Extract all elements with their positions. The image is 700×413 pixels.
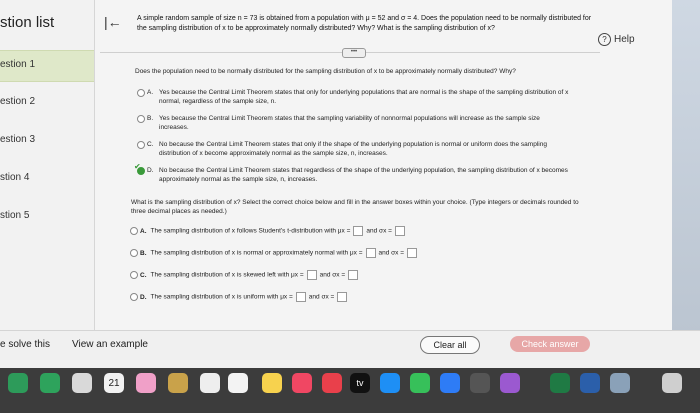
- distribution-choice-a[interactable]: A. The sampling distribution of x follows…: [130, 226, 408, 236]
- radio-icon[interactable]: [130, 249, 138, 257]
- choice-text: The sampling distribution of x is normal…: [150, 249, 363, 257]
- view-example-link[interactable]: View an example: [72, 339, 148, 350]
- choice-text: The sampling distribution of x is skewed…: [150, 271, 304, 279]
- facetime-icon[interactable]: [8, 373, 28, 393]
- more-icon[interactable]: •••: [342, 48, 366, 58]
- sidebar-item-label: estion 3: [0, 134, 36, 145]
- choice-text: The sampling distribution of x is unifor…: [150, 293, 293, 301]
- app-store-icon[interactable]: [380, 373, 400, 393]
- news-icon[interactable]: [322, 373, 342, 393]
- question-list-sidebar: stion list estion 1 estion 2 estion 3 st…: [0, 0, 95, 330]
- distribution-choice-d[interactable]: D. The sampling distribution of x is unif…: [130, 292, 350, 302]
- sidebar-item-label: stion 5: [0, 210, 30, 221]
- word-icon[interactable]: [580, 373, 600, 393]
- contacts-icon[interactable]: [168, 373, 188, 393]
- sd-input[interactable]: [348, 270, 359, 280]
- choice-text: The sampling distribution of x follows S…: [150, 227, 351, 235]
- mean-input[interactable]: [295, 292, 306, 302]
- sidebar-item-question-2[interactable]: estion 2: [0, 88, 94, 118]
- radio-icon[interactable]: [137, 141, 145, 149]
- reminders-icon[interactable]: [200, 373, 220, 393]
- distribution-choice-c[interactable]: C. The sampling distribution of x is skew…: [130, 270, 361, 280]
- choice-and-text: and σx =: [319, 271, 346, 279]
- photos-icon[interactable]: [136, 373, 156, 393]
- question-text: A simple random sample of size n = 73 is…: [137, 15, 592, 32]
- podcasts-icon[interactable]: [500, 373, 520, 393]
- choice-letter: C.: [140, 271, 147, 279]
- mean-input[interactable]: [353, 226, 364, 236]
- choice-text: No because the Central Limit Theorem sta…: [159, 167, 568, 183]
- mean-input[interactable]: [306, 270, 317, 280]
- radio-icon[interactable]: [137, 115, 145, 123]
- check-answer-button[interactable]: Check answer: [510, 336, 590, 352]
- help-me-solve-link[interactable]: e solve this: [0, 339, 50, 350]
- sidebar-item-question-4[interactable]: stion 4: [0, 164, 94, 194]
- radio-icon[interactable]: [137, 89, 145, 97]
- help-button[interactable]: ? Help: [598, 33, 635, 46]
- sidebar-item-question-5[interactable]: stion 5: [0, 202, 94, 232]
- radio-icon[interactable]: [130, 271, 138, 279]
- choice-letter: C.: [147, 141, 154, 148]
- numbers-icon[interactable]: [410, 373, 430, 393]
- freeform-icon[interactable]: [262, 373, 282, 393]
- sd-input[interactable]: [394, 226, 405, 236]
- preview-icon[interactable]: [610, 373, 630, 393]
- calendar-icon[interactable]: 21: [104, 373, 124, 393]
- background-window: [672, 0, 700, 368]
- choice-letter: B.: [140, 249, 147, 257]
- help-label: Help: [614, 34, 635, 45]
- choice-text: No because the Central Limit Theorem sta…: [159, 141, 547, 157]
- footer-toolbar: e solve this View an example Clear all C…: [0, 330, 700, 368]
- messages-icon[interactable]: [40, 373, 60, 393]
- distribution-choice-b[interactable]: B. The sampling distribution of x is norm…: [130, 248, 420, 258]
- choice-letter: A.: [147, 89, 154, 96]
- choice-letter: D.: [147, 167, 154, 174]
- sidebar-item-label: estion 2: [0, 96, 36, 107]
- choice-and-text: and σx =: [308, 293, 335, 301]
- app-window: stion list estion 1 estion 2 estion 3 st…: [0, 0, 700, 368]
- choice-letter: B.: [147, 115, 154, 122]
- sidebar-item-question-1[interactable]: estion 1: [0, 50, 94, 82]
- sd-input[interactable]: [407, 248, 418, 258]
- maps-icon[interactable]: [72, 373, 92, 393]
- sidebar-item-label: stion 4: [0, 172, 30, 183]
- radio-icon[interactable]: [130, 227, 138, 235]
- question-prompt: Does the population need to be normally …: [135, 68, 516, 75]
- sidebar-item-question-3[interactable]: estion 3: [0, 126, 94, 156]
- radio-icon[interactable]: [130, 293, 138, 301]
- notes-icon[interactable]: [228, 373, 248, 393]
- sd-input[interactable]: [337, 292, 348, 302]
- music-icon[interactable]: [292, 373, 312, 393]
- sidebar-title: stion list: [0, 14, 55, 31]
- clear-all-button[interactable]: Clear all: [420, 336, 480, 354]
- mean-input[interactable]: [365, 248, 376, 258]
- settings-icon[interactable]: [470, 373, 490, 393]
- excel-icon[interactable]: [550, 373, 570, 393]
- sampling-distribution-prompt: What is the sampling distribution of x? …: [131, 199, 579, 215]
- apple-tv-icon[interactable]: tv: [350, 373, 370, 393]
- choice-text: Yes because the Central Limit Theorem st…: [159, 115, 540, 131]
- keynote-icon[interactable]: [440, 373, 460, 393]
- choice-text: Yes because the Central Limit Theorem st…: [159, 89, 569, 105]
- collapse-sidebar-icon[interactable]: |←: [104, 14, 122, 30]
- choice-and-text: and σx =: [366, 227, 392, 235]
- choice-and-text: and σx =: [378, 249, 405, 257]
- radio-icon[interactable]: [137, 167, 145, 175]
- sidebar-item-label: estion 1: [0, 59, 36, 70]
- trash-icon[interactable]: [662, 373, 682, 393]
- choice-letter: D.: [140, 293, 147, 301]
- choice-letter: A.: [140, 227, 147, 235]
- help-icon: ?: [598, 33, 611, 46]
